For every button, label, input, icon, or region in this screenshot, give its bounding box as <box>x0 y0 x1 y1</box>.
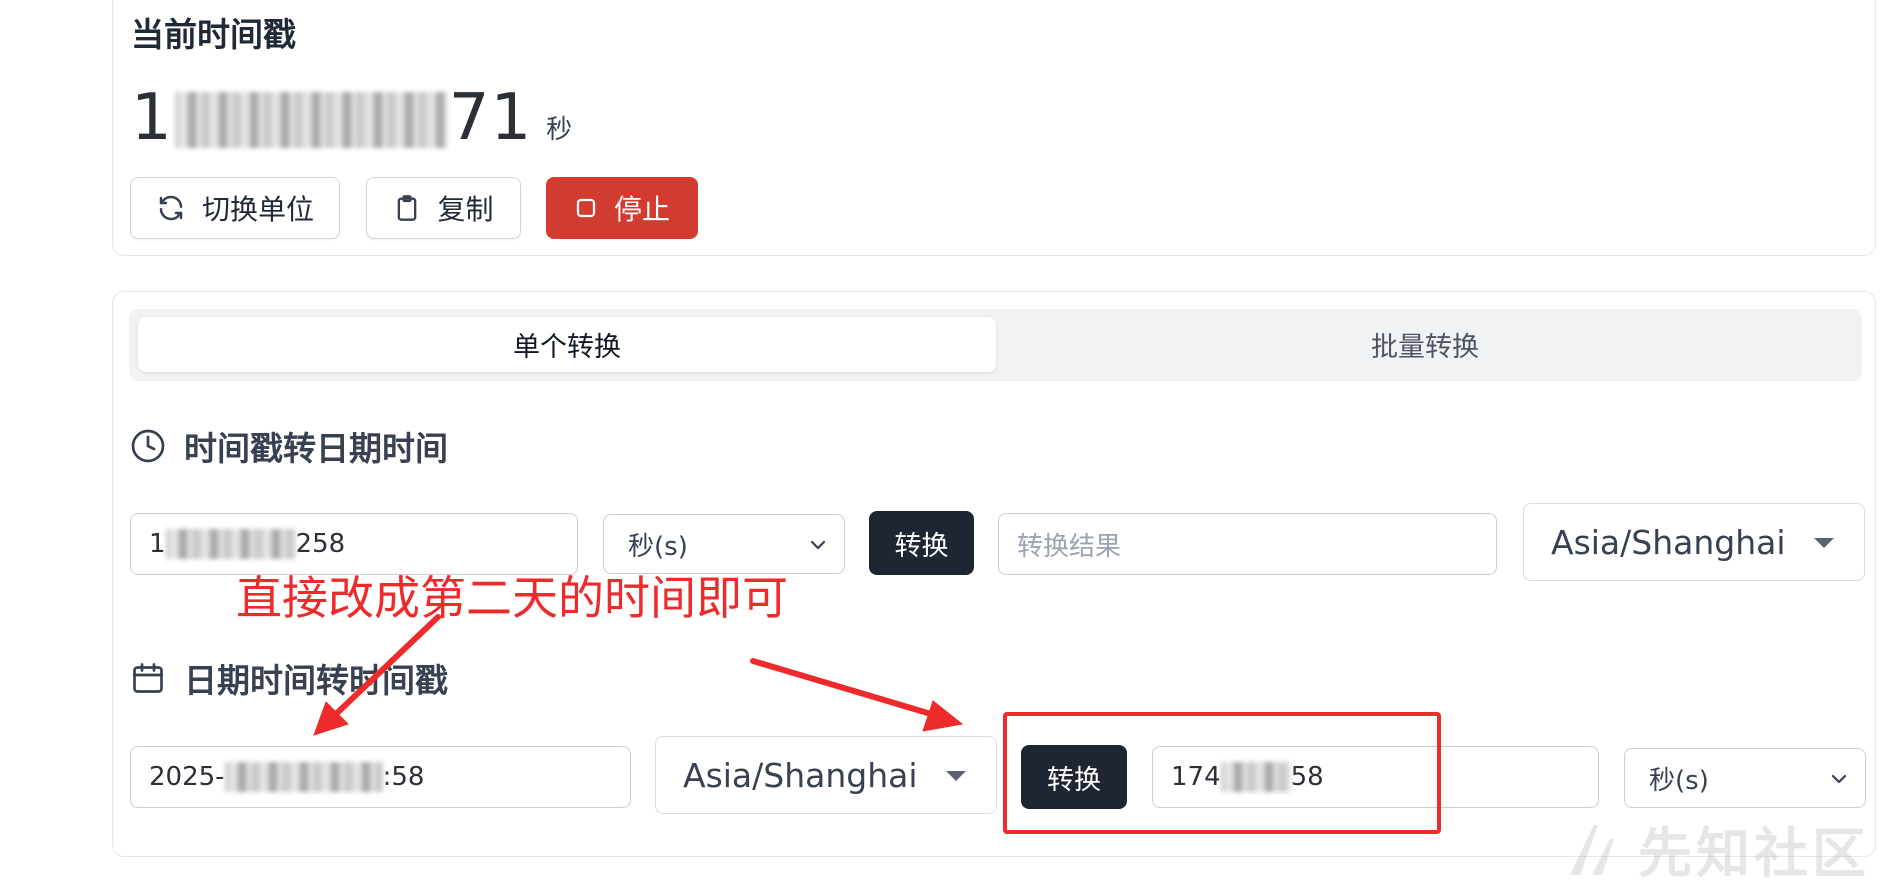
arrow-head-right <box>922 700 964 732</box>
watermark-text: 先知社区 <box>1638 822 1870 882</box>
annotation-arrows <box>313 614 964 736</box>
watermark-logo-icon <box>1570 824 1614 875</box>
watermark: 先知社区 <box>1564 809 1870 882</box>
arrow-to-date-input <box>333 614 441 717</box>
arrow-to-convert-button <box>750 658 934 717</box>
